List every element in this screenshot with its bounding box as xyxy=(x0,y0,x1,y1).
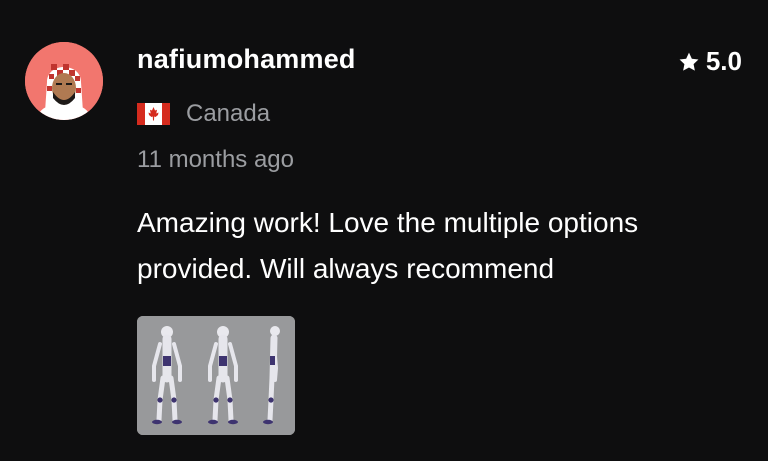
rating: 5.0 xyxy=(678,46,742,77)
user-avatar[interactable] xyxy=(25,42,103,120)
avatar-illustration xyxy=(25,42,103,120)
canada-flag-icon xyxy=(137,103,170,125)
review-timestamp: 11 months ago xyxy=(137,146,294,173)
review-card: nafiumohammed 5.0 Canada 11 months ago A… xyxy=(0,0,768,461)
character-turnaround-image xyxy=(137,316,295,435)
country-name: Canada xyxy=(186,100,271,127)
review-text: Amazing work! Love the multiple options … xyxy=(137,207,639,284)
country-row: Canada xyxy=(137,100,270,128)
star-icon xyxy=(679,52,699,71)
username[interactable]: nafiumohammed xyxy=(137,44,356,75)
review-attachment-thumbnail[interactable] xyxy=(137,316,295,435)
rating-value: 5.0 xyxy=(705,46,742,76)
